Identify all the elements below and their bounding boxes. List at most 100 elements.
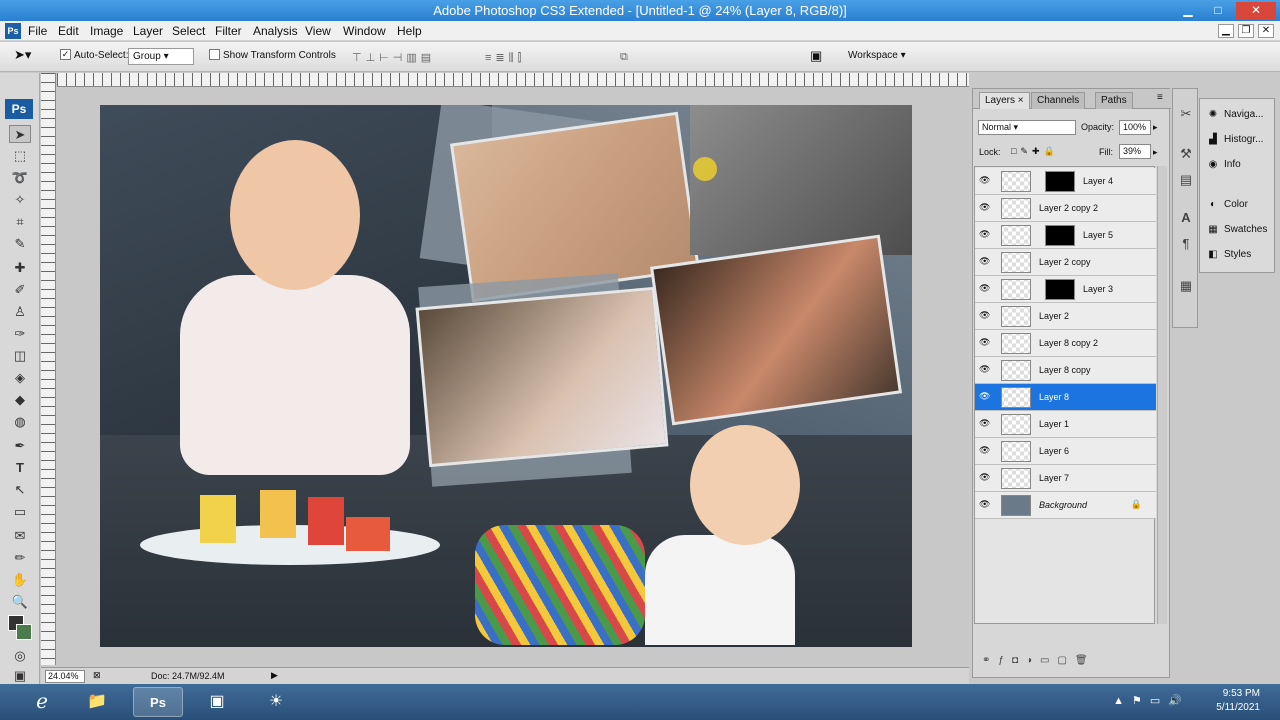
minimize-button[interactable]: ▁ <box>1176 2 1200 19</box>
visibility-eye-icon[interactable]: 👁 <box>979 364 990 375</box>
eyedropper-tool-icon[interactable]: ✎ <box>9 235 31 253</box>
layer-row[interactable]: 👁 Layer 8 <box>975 384 1156 411</box>
move-tool-preset-icon[interactable]: ➤▾ <box>14 47 31 63</box>
taskbar-clock[interactable]: 9:53 PM 5/11/2021 <box>1216 687 1260 715</box>
distribute-buttons-icon[interactable]: ≡≣⫼⫿ <box>485 51 525 65</box>
zoom-field[interactable]: 24.04% <box>45 670 85 683</box>
visibility-eye-icon[interactable]: 👁 <box>979 499 990 510</box>
layer-row[interactable]: 👁 Background 🔒 <box>975 492 1156 519</box>
eraser-tool-icon[interactable]: ◫ <box>9 347 31 365</box>
doc-close-button[interactable]: ✕ <box>1258 24 1274 38</box>
document-canvas[interactable] <box>100 105 912 647</box>
visibility-eye-icon[interactable]: 👁 <box>979 310 990 321</box>
media-player-icon[interactable]: ▣ <box>192 687 242 717</box>
layers-footer-icons[interactable]: ⚭ƒ◘◑▭▢🗑 <box>974 655 1168 673</box>
healing-brush-tool-icon[interactable]: ✚ <box>9 259 31 277</box>
layer-row[interactable]: 👁 Layer 2 copy <box>975 249 1156 276</box>
visibility-eye-icon[interactable]: 👁 <box>979 283 990 294</box>
opacity-input[interactable]: 100% <box>1119 120 1151 135</box>
visibility-eye-icon[interactable]: 👁 <box>979 472 990 483</box>
visibility-eye-icon[interactable]: 👁 <box>979 229 990 240</box>
auto-select-dropdown[interactable]: Group ▾ <box>128 48 194 65</box>
type-tool-icon[interactable]: T <box>9 459 31 477</box>
layer-comps-icon[interactable]: ▤ <box>1177 171 1195 189</box>
opacity-arrow-icon[interactable]: ▸ <box>1153 122 1158 133</box>
layer-row[interactable]: 👁 Layer 1 <box>975 411 1156 438</box>
navigator-panel-button[interactable]: ✺ Naviga... <box>1206 109 1264 120</box>
visibility-eye-icon[interactable]: 👁 <box>979 445 990 456</box>
menu-analysis[interactable]: Analysis <box>253 24 298 38</box>
tool-presets-icon[interactable]: ⚒ <box>1177 145 1195 163</box>
layer-row[interactable]: 👁 Layer 4 <box>975 168 1156 195</box>
visibility-eye-icon[interactable]: 👁 <box>979 418 990 429</box>
menu-image[interactable]: Image <box>90 24 123 38</box>
zoom-tool-icon[interactable]: 🔍 <box>9 593 31 611</box>
vertical-ruler[interactable] <box>41 73 56 665</box>
menu-window[interactable]: Window <box>343 24 386 38</box>
system-tray-icons[interactable]: ▲⚑▭🔊 <box>1113 694 1190 707</box>
path-selection-tool-icon[interactable]: ↖ <box>9 481 31 499</box>
doc-restore-button[interactable]: ❐ <box>1238 24 1254 38</box>
background-color-swatch[interactable] <box>16 624 32 640</box>
visibility-eye-icon[interactable]: 👁 <box>979 175 990 186</box>
photoshop-taskbar-icon[interactable]: Ps <box>133 687 183 717</box>
lasso-tool-icon[interactable]: ➰ <box>9 169 31 187</box>
tab-channels[interactable]: Channels <box>1031 92 1086 109</box>
clone-source-icon[interactable]: ▦ <box>1177 277 1195 295</box>
layer-row[interactable]: 👁 Layer 6 <box>975 438 1156 465</box>
quick-mask-icon[interactable]: ◎ <box>9 647 31 665</box>
brushes-panel-icon[interactable]: ✂ <box>1177 105 1195 123</box>
layer-row[interactable]: 👁 Layer 2 copy 2 <box>975 195 1156 222</box>
menu-file[interactable]: File <box>28 24 47 38</box>
layer-mask-thumbnail[interactable] <box>1045 279 1075 300</box>
menu-help[interactable]: Help <box>397 24 422 38</box>
horizontal-ruler[interactable] <box>57 73 969 87</box>
tab-layers[interactable]: Layers × <box>979 92 1030 109</box>
menu-layer[interactable]: Layer <box>133 24 163 38</box>
visibility-eye-icon[interactable]: 👁 <box>979 337 990 348</box>
fill-arrow-icon[interactable]: ▸ <box>1153 147 1158 158</box>
maximize-button[interactable]: □ <box>1206 2 1230 19</box>
notes-tool-icon[interactable]: ✉ <box>9 527 31 545</box>
hand-tool-icon[interactable]: ✋ <box>9 571 31 589</box>
tab-paths[interactable]: Paths <box>1095 92 1133 109</box>
visibility-eye-icon[interactable]: 👁 <box>979 391 990 402</box>
marquee-tool-icon[interactable]: ⬚ <box>9 147 31 165</box>
layer-row[interactable]: 👁 Layer 8 copy <box>975 357 1156 384</box>
swatches-panel-button[interactable]: ▦ Swatches <box>1206 224 1267 235</box>
blend-mode-select[interactable]: Normal ▾ <box>978 120 1076 135</box>
layer-row[interactable]: 👁 Layer 8 copy 2 <box>975 330 1156 357</box>
visibility-eye-icon[interactable]: 👁 <box>979 256 990 267</box>
brush-tool-icon[interactable]: ✐ <box>9 281 31 299</box>
panel-menu-icon[interactable]: ≡ <box>1157 92 1163 103</box>
auto-select-checkbox[interactable]: ✓ <box>60 49 71 60</box>
ie-icon[interactable]: ℯ <box>18 687 66 717</box>
crop-tool-icon[interactable]: ⌗ <box>9 213 31 231</box>
doc-minimize-button[interactable]: ▁ <box>1218 24 1234 38</box>
lock-icons[interactable]: □✎✚🔒 <box>1011 146 1059 157</box>
layer-mask-thumbnail[interactable] <box>1045 225 1075 246</box>
app-orange-icon[interactable]: ☀ <box>251 687 301 717</box>
paragraph-panel-icon[interactable]: ¶ <box>1177 235 1195 253</box>
character-panel-icon[interactable]: A <box>1177 209 1195 227</box>
dodge-tool-icon[interactable]: ◍ <box>9 413 31 431</box>
file-explorer-icon[interactable]: 📁 <box>72 687 122 717</box>
clone-stamp-tool-icon[interactable]: ♙ <box>9 303 31 321</box>
info-panel-button[interactable]: ◉ Info <box>1206 159 1241 170</box>
layer-list-scrollbar[interactable] <box>1157 166 1167 624</box>
pen-tool-icon[interactable]: ✒ <box>9 437 31 455</box>
styles-panel-button[interactable]: ◧ Styles <box>1206 249 1251 260</box>
history-brush-tool-icon[interactable]: ✑ <box>9 325 31 343</box>
blur-tool-icon[interactable]: ◆ <box>9 391 31 409</box>
paint-bucket-tool-icon[interactable]: ◈ <box>9 369 31 387</box>
layer-row[interactable]: 👁 Layer 5 <box>975 222 1156 249</box>
menu-filter[interactable]: Filter <box>215 24 242 38</box>
histogram-panel-button[interactable]: ▟ Histogr... <box>1206 134 1263 145</box>
photoshop-app-icon[interactable]: Ps <box>5 23 21 39</box>
color-panel-button[interactable]: ◐ Color <box>1206 199 1248 210</box>
magic-wand-tool-icon[interactable]: ✧ <box>9 191 31 209</box>
menu-view[interactable]: View <box>305 24 331 38</box>
fill-input[interactable]: 39% <box>1119 144 1151 159</box>
layer-row[interactable]: 👁 Layer 7 <box>975 465 1156 492</box>
visibility-eye-icon[interactable]: 👁 <box>979 202 990 213</box>
